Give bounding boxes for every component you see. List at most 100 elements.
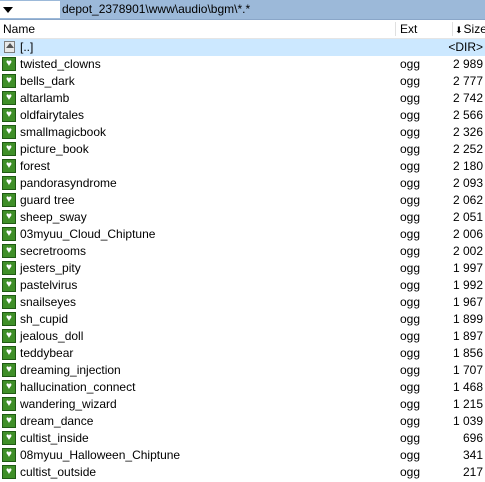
file-size: 1 899 [452,312,483,326]
audio-file-icon: ♥ [2,261,16,275]
file-size: 2 002 [452,244,483,258]
file-row[interactable]: ♥ guard tree ogg 2 062 [0,192,485,209]
file-ext: ogg [400,210,421,224]
file-ext: ogg [400,176,421,190]
column-ext[interactable]: Ext [400,20,417,38]
file-size: 1 897 [452,329,483,343]
audio-file-icon: ♥ [2,57,16,71]
file-row[interactable]: ♥ hallucination_connect ogg 1 468 [0,379,485,396]
file-row[interactable]: ♥ dream_dance ogg 1 039 [0,413,485,430]
file-row[interactable]: ♥ cultist_outside ogg 217 [0,464,485,481]
file-row[interactable]: ♥ forest ogg 2 180 [0,158,485,175]
file-name: teddybear [20,346,74,360]
file-row[interactable]: ♥ jesters_pity ogg 1 997 [0,260,485,277]
file-ext: ogg [400,108,421,122]
file-ext: ogg [400,448,421,462]
file-size: 1 707 [452,363,483,377]
path-bar: depot_2378901\www\audio\bgm\*.* [0,0,485,20]
audio-file-icon: ♥ [2,414,16,428]
chevron-down-icon[interactable] [3,7,13,13]
file-ext: ogg [400,261,421,275]
column-divider[interactable] [395,22,396,36]
audio-file-icon: ♥ [2,448,16,462]
file-row[interactable]: ♥ oldfairytales ogg 2 566 [0,107,485,124]
file-size: 2 326 [452,125,483,139]
file-row[interactable]: ♥ cultist_inside ogg 696 [0,430,485,447]
file-ext: ogg [400,431,421,445]
file-name: sheep_sway [20,210,87,224]
file-ext: ogg [400,57,421,71]
file-name: pastelvirus [20,278,78,292]
file-row[interactable]: ♥ teddybear ogg 1 856 [0,345,485,362]
file-ext: ogg [400,278,421,292]
file-name: cultist_inside [20,431,89,445]
dir-tag: <DIR> [448,40,483,54]
audio-file-icon: ♥ [2,346,16,360]
file-row[interactable]: ♥ pandorasyndrome ogg 2 093 [0,175,485,192]
audio-file-icon: ♥ [2,465,16,479]
audio-file-icon: ♥ [2,125,16,139]
audio-file-icon: ♥ [2,329,16,343]
file-ext: ogg [400,329,421,343]
file-row[interactable]: ♥ smallmagicbook ogg 2 326 [0,124,485,141]
current-path[interactable]: depot_2378901\www\audio\bgm\*.* [62,1,250,18]
file-ext: ogg [400,295,421,309]
file-size: 1 039 [452,414,483,428]
file-size: 2 777 [452,74,483,88]
file-row[interactable]: ♥ twisted_clowns ogg 2 989 [0,56,485,73]
file-row[interactable]: ♥ altarlamb ogg 2 742 [0,90,485,107]
file-list: ♥ twisted_clowns ogg 2 989 ♥ bells_dark ogg 2 7… [0,56,485,481]
file-row[interactable]: ♥ 03myuu_Cloud_Chiptune ogg 2 006 [0,226,485,243]
audio-file-icon: ♥ [2,193,16,207]
file-ext: ogg [400,193,421,207]
file-row[interactable]: ♥ pastelvirus ogg 1 992 [0,277,485,294]
file-row[interactable]: ♥ picture_book ogg 2 252 [0,141,485,158]
file-name: oldfairytales [20,108,85,122]
file-ext: ogg [400,380,421,394]
file-row[interactable]: ♥ bells_dark ogg 2 777 [0,73,485,90]
file-name: jesters_pity [20,261,81,275]
audio-file-icon: ♥ [2,431,16,445]
file-name: 03myuu_Cloud_Chiptune [20,227,156,241]
drive-selector[interactable] [0,1,60,18]
audio-file-icon: ♥ [2,74,16,88]
sort-down-icon: ⬇ [455,25,463,35]
file-ext: ogg [400,91,421,105]
audio-file-icon: ♥ [2,312,16,326]
column-size[interactable]: ⬇Size [455,20,485,38]
column-name[interactable]: Name [3,20,35,38]
file-ext: ogg [400,363,421,377]
file-size: 2 180 [452,159,483,173]
file-size: 341 [462,448,483,462]
file-row[interactable]: ♥ snailseyes ogg 1 967 [0,294,485,311]
file-row[interactable]: ♥ sheep_sway ogg 2 051 [0,209,485,226]
file-ext: ogg [400,159,421,173]
file-name: jealous_doll [20,329,84,343]
up-folder-icon [4,41,15,53]
file-name: 08myuu_Halloween_Chiptune [20,448,181,462]
file-name: pandorasyndrome [20,176,117,190]
file-row[interactable]: ♥ secretrooms ogg 2 002 [0,243,485,260]
file-row[interactable]: ♥ 08myuu_Halloween_Chiptune ogg 341 [0,447,485,464]
column-size-label: Size [463,22,485,36]
file-row[interactable]: ♥ sh_cupid ogg 1 899 [0,311,485,328]
file-name: forest [20,159,51,173]
file-row[interactable]: ♥ jealous_doll ogg 1 897 [0,328,485,345]
audio-file-icon: ♥ [2,91,16,105]
column-divider[interactable] [452,22,453,36]
file-size: 1 468 [452,380,483,394]
file-size: 2 006 [452,227,483,241]
file-name: guard tree [20,193,75,207]
file-name: dream_dance [20,414,94,428]
file-name: altarlamb [20,91,70,105]
audio-file-icon: ♥ [2,210,16,224]
audio-file-icon: ♥ [2,244,16,258]
file-name: cultist_outside [20,465,97,479]
file-name: bells_dark [20,74,75,88]
parent-dir-row[interactable]: [..] <DIR> [0,39,485,56]
file-row[interactable]: ♥ dreaming_injection ogg 1 707 [0,362,485,379]
file-size: 2 062 [452,193,483,207]
file-ext: ogg [400,244,421,258]
file-row[interactable]: ♥ wandering_wizard ogg 1 215 [0,396,485,413]
audio-file-icon: ♥ [2,159,16,173]
